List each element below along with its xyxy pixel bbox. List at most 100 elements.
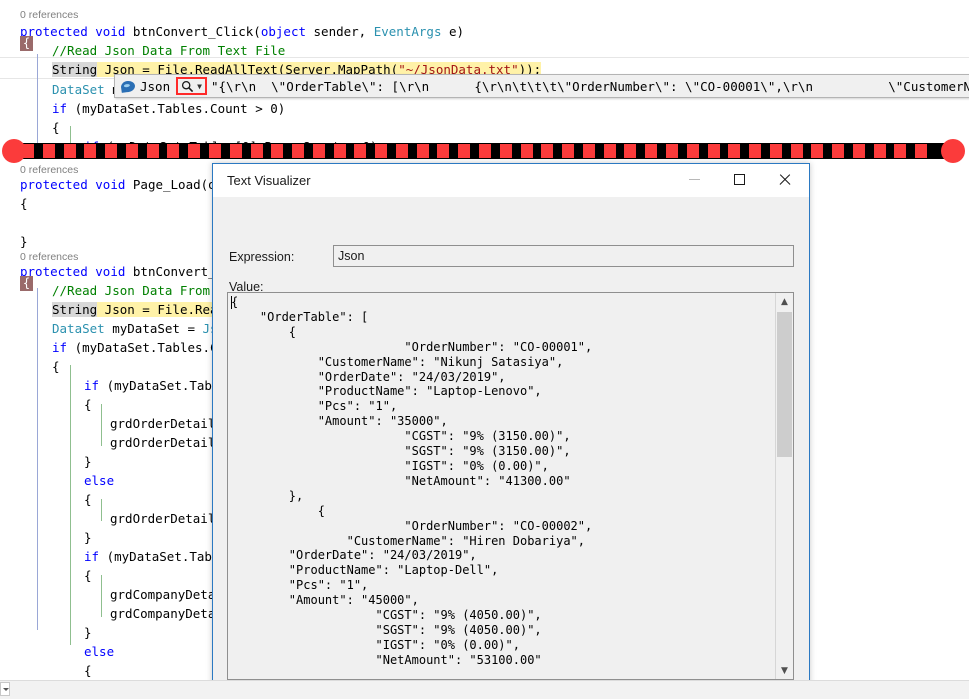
code-collapse-brace-2[interactable]: { [20,276,33,291]
marker-dash [707,144,720,158]
minimize-icon[interactable] [672,164,717,195]
status-dropdown-nub[interactable] [0,682,10,696]
code-line-else-1: else [84,473,115,488]
code-line-dataset-2: DataSet myDataSet = Json [52,321,233,336]
code-line-brace-f: { [84,492,92,507]
marker-dash [749,144,762,158]
value-scrollbar[interactable]: ▲ ▼ [775,293,793,679]
code-line-page-load: protected void Page_Load(obje [20,177,239,192]
scroll-down-icon[interactable]: ▼ [776,662,793,679]
marker-dash [395,144,408,158]
marker-endpoint-right [941,139,965,163]
indent-guide-7 [101,575,102,617]
marker-dash [167,144,180,158]
marker-dash [292,144,305,158]
marker-dash [645,144,658,158]
code-line-brace-c: { [52,359,60,374]
marker-dash [63,144,76,158]
code-line-if-tables-count-2: if (myDataSet.Tables.Cou [52,340,233,355]
dialog-title: Text Visualizer [227,173,311,188]
marker-dash [208,144,221,158]
marker-dash [105,144,118,158]
code-line-brace-g: } [84,530,92,545]
debugger-datatip[interactable]: Json ▼ "{\r\n \"OrderTable\": [\r\n {\r\… [114,74,969,98]
code-line-brace-i: } [84,625,92,640]
code-line-highlighted-2: String Json = File.ReadA [52,302,233,317]
indent-guide-3 [37,288,38,630]
chevron-down-icon[interactable]: ▼ [197,82,202,91]
dialog-body: Expression: Value: { "OrderTable": [ { "… [213,197,811,699]
marker-dash [852,144,865,158]
marker-dash [873,144,886,158]
red-dashed-marker-bar [0,139,969,163]
marker-dash [84,144,97,158]
marker-dash [312,144,325,158]
code-line-brace-e: } [84,454,92,469]
marker-dash [790,144,803,158]
close-icon[interactable] [762,164,807,195]
code-line-brace-h: { [84,568,92,583]
marker-dash [333,144,346,158]
maximize-icon[interactable] [717,164,762,195]
marker-dash [915,144,928,158]
marker-dash [416,144,429,158]
marker-dash [624,144,637,158]
marker-dash [520,144,533,158]
code-collapse-brace[interactable]: { [20,36,33,51]
code-line-open-brace-1: { [52,120,60,135]
marker-dash [458,144,471,158]
marker-dash [188,144,201,158]
datatip-variable-name: Json [140,78,171,94]
magnifier-icon[interactable] [179,78,196,94]
marker-dash [22,144,34,158]
indent-guide-5 [101,404,102,446]
scroll-up-icon[interactable]: ▲ [776,293,793,310]
text-visualizer-dialog[interactable]: Text Visualizer Expression: Value: { "Or… [212,163,811,699]
status-strip [0,680,969,699]
marker-dash [479,144,491,158]
indent-guide-6 [101,499,102,521]
speech-bubble-icon [120,79,136,93]
marker-dash [271,144,284,158]
code-line-method-signature: protected void btnConvert_Click(object s… [20,24,465,39]
value-textarea[interactable]: { "OrderTable": [ { "OrderNumber": "CO-0… [227,292,794,680]
screen-root: 0 references protected void btnConvert_C… [0,0,969,699]
indent-guide-4 [70,365,71,645]
code-line-else-2: else [84,644,115,659]
expression-input[interactable] [333,245,794,267]
marker-dash [811,144,824,158]
code-line-divider-top [0,57,969,58]
code-line-btnconvert-2: protected void btnConvert_Cli [20,264,239,279]
marker-dash [42,144,55,158]
marker-dash [562,144,575,158]
marker-dash [894,144,907,158]
marker-dash [686,144,699,158]
marker-dash [250,144,263,158]
marker-dash [665,144,678,158]
code-line-brace-a: { [20,196,28,211]
marker-dash [541,144,554,158]
indent-guide-1 [37,54,38,146]
marker-dash [603,144,616,158]
code-line-brace-d: { [84,397,92,412]
scrollbar-thumb[interactable] [777,312,792,457]
code-line-if-tables-count: if (myDataSet.Tables.Count > 0) [52,101,286,116]
marker-dash [769,144,782,158]
marker-dash [728,144,741,158]
marker-dash [832,144,845,158]
marker-dash [146,144,159,158]
expression-label: Expression: [229,250,295,264]
datatip-value-preview: "{\r\n \"OrderTable\": [\r\n {\r\n\t\t\t… [210,78,969,94]
marker-dash [125,144,138,158]
datatip-visualizer-group[interactable]: ▼ [176,77,207,95]
marker-dash [375,144,388,158]
value-text-content[interactable]: { "OrderTable": [ { "OrderNumber": "CO-0… [228,293,775,679]
code-line-brace-j: { [84,663,92,678]
marker-dash [582,144,595,158]
marker-dash [229,144,242,158]
marker-dash [499,144,512,158]
text-caret [231,296,232,309]
dialog-titlebar[interactable]: Text Visualizer [213,164,809,197]
marker-dash [437,144,450,158]
marker-dash [354,144,367,158]
